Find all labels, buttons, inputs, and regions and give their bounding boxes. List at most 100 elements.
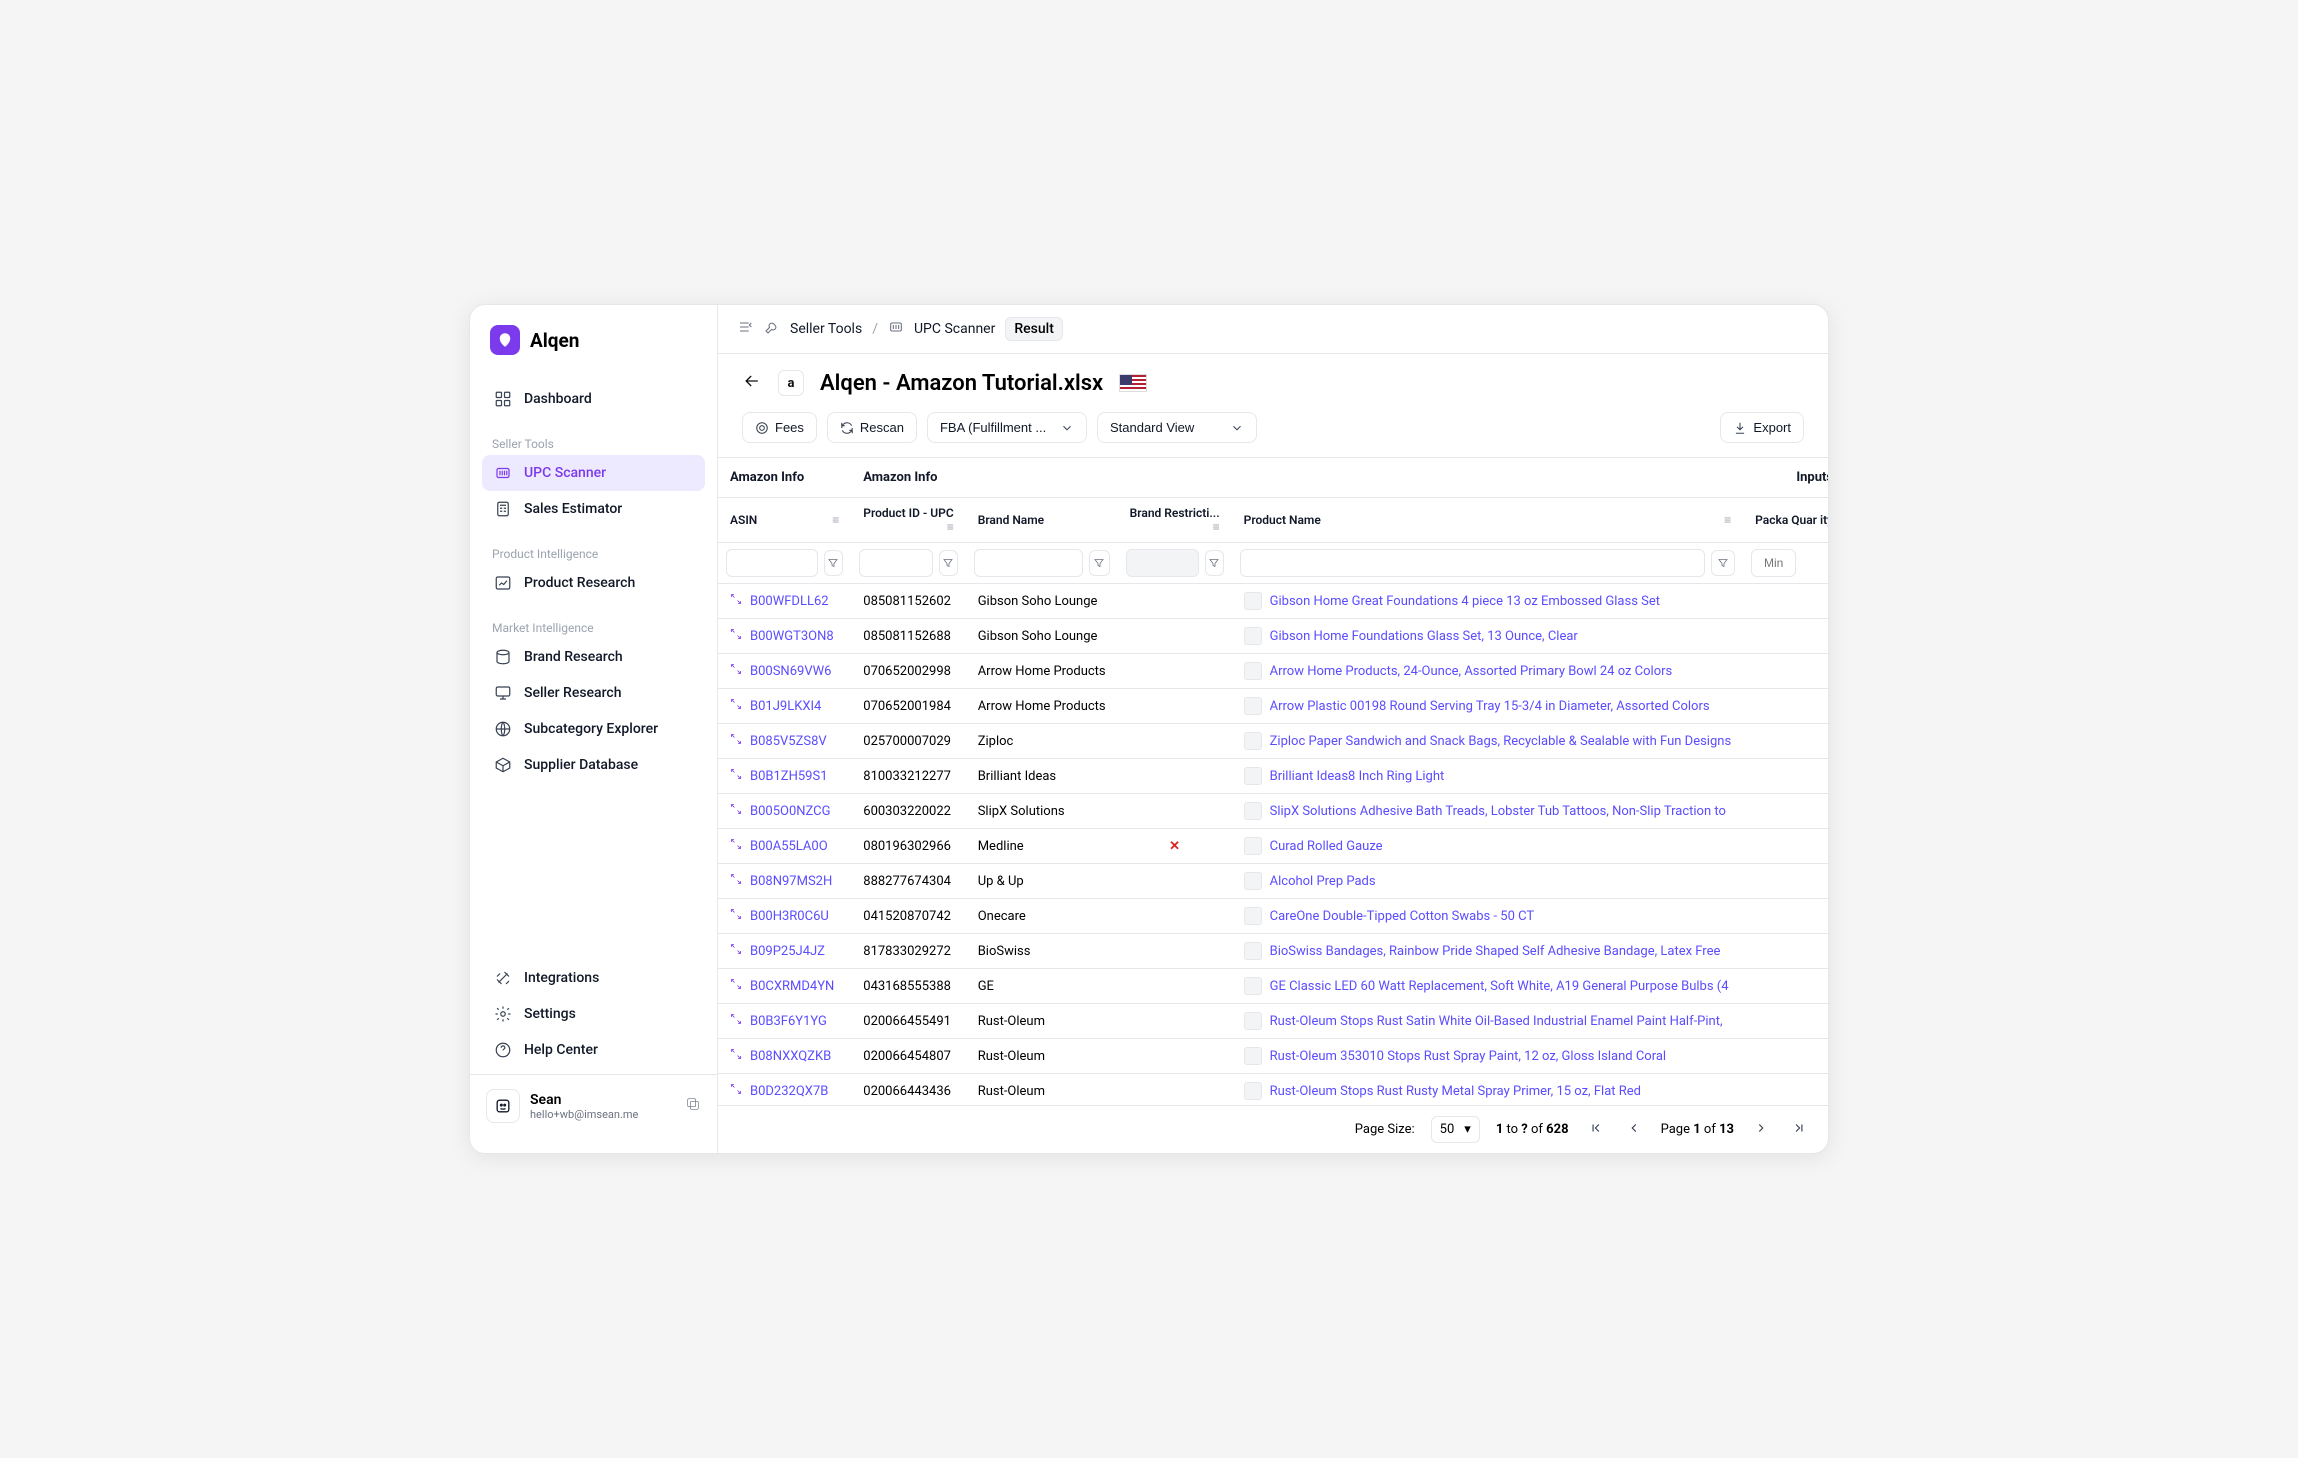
nav-dashboard[interactable]: Dashboard [482,381,705,417]
pager-first-button[interactable] [1585,1117,1607,1143]
data-table[interactable]: Amazon Info Amazon Info Inputs ASIN≡ Pro… [718,458,1828,1105]
expand-icon[interactable] [730,733,742,749]
restriction-cell [1118,1004,1232,1039]
asin-link[interactable]: B00H3R0C6U [750,909,829,924]
asin-link[interactable]: B0D232QX7B [750,1084,828,1099]
fulfillment-select[interactable]: FBA (Fulfillment ... [927,412,1087,443]
expand-icon[interactable] [730,908,742,924]
filter-input-upc[interactable] [859,549,933,577]
asin-link[interactable]: B0B3F6Y1YG [750,1014,827,1029]
upc-cell: 025700007029 [851,724,965,759]
column-header-product[interactable]: Product Name≡ [1232,498,1744,543]
pager-prev-button[interactable] [1623,1117,1645,1143]
product-link[interactable]: Brilliant Ideas8 Inch Ring Light [1270,769,1445,784]
expand-icon[interactable] [730,873,742,889]
expand-icon[interactable] [730,768,742,784]
column-menu-icon[interactable]: ≡ [832,513,839,527]
column-header-restriction[interactable]: Brand Restricti...≡ [1118,498,1232,543]
filter-input-brand[interactable] [974,549,1083,577]
product-thumbnail [1244,837,1262,855]
column-menu-icon[interactable]: ≡ [1724,513,1731,527]
expand-icon[interactable] [730,663,742,679]
nav-help-center[interactable]: Help Center [482,1032,705,1068]
product-link[interactable]: BioSwiss Bandages, Rainbow Pride Shaped … [1270,944,1721,959]
asin-link[interactable]: B085V5ZS8V [750,734,827,749]
crumb-seller-tools[interactable]: Seller Tools [790,321,862,337]
crumb-upc-scanner[interactable]: UPC Scanner [914,321,995,337]
product-link[interactable]: GE Classic LED 60 Watt Replacement, Soft… [1270,979,1729,994]
filter-input-min[interactable] [1751,549,1796,577]
nav-subcategory-explorer[interactable]: Subcategory Explorer [482,711,705,747]
back-button[interactable] [742,371,762,395]
column-header-brand[interactable]: Brand Name [966,498,1118,543]
product-link[interactable]: Ziploc Paper Sandwich and Snack Bags, Re… [1270,734,1732,749]
asin-link[interactable]: B005O0NZCG [750,804,830,819]
sidebar-toggle-icon[interactable] [738,319,754,339]
crumb-separator: / [872,321,878,337]
nav-product-research[interactable]: Product Research [482,565,705,601]
nav-upc-scanner[interactable]: UPC Scanner [482,455,705,491]
column-menu-icon[interactable]: ≡ [1213,520,1220,534]
product-link[interactable]: Rust-Oleum 353010 Stops Rust Spray Paint… [1270,1049,1666,1064]
filter-input-asin[interactable] [726,549,818,577]
expand-icon[interactable] [730,978,742,994]
asin-link[interactable]: B08N97MS2H [750,874,832,889]
product-link[interactable]: Gibson Home Great Foundations 4 piece 13… [1270,594,1660,609]
product-link[interactable]: Gibson Home Foundations Glass Set, 13 Ou… [1270,629,1578,644]
expand-icon[interactable] [730,803,742,819]
view-select[interactable]: Standard View [1097,412,1257,443]
expand-icon[interactable] [730,838,742,854]
filter-input-product[interactable] [1240,549,1705,577]
product-link[interactable]: CareOne Double-Tipped Cotton Swabs - 50 … [1270,909,1535,924]
pager-last-button[interactable] [1788,1117,1810,1143]
column-menu-icon[interactable]: ≡ [947,520,954,534]
nav-brand-research[interactable]: Brand Research [482,639,705,675]
filter-icon[interactable] [939,550,958,576]
copy-icon[interactable] [685,1096,701,1116]
expand-icon[interactable] [730,593,742,609]
pager-next-button[interactable] [1750,1117,1772,1143]
asin-link[interactable]: B01J9LKXI4 [750,699,821,714]
nav-supplier-database[interactable]: Supplier Database [482,747,705,783]
expand-icon[interactable] [730,943,742,959]
product-link[interactable]: Alcohol Prep Pads [1270,874,1376,889]
expand-icon[interactable] [730,1013,742,1029]
asin-link[interactable]: B00WGT3ON8 [750,629,834,644]
expand-icon[interactable] [730,1083,742,1099]
nav-integrations[interactable]: Integrations [482,960,705,996]
expand-icon[interactable] [730,628,742,644]
box-icon [494,756,512,774]
asin-link[interactable]: B0CXRMD4YN [750,979,834,994]
product-link[interactable]: Arrow Plastic 00198 Round Serving Tray 1… [1270,699,1710,714]
export-button[interactable]: Export [1720,412,1804,443]
product-link[interactable]: Rust-Oleum Stops Rust Rusty Metal Spray … [1270,1084,1641,1099]
barcode-icon [494,464,512,482]
filter-icon[interactable] [1711,550,1735,576]
product-link[interactable]: Rust-Oleum Stops Rust Satin White Oil-Ba… [1270,1014,1723,1029]
asin-link[interactable]: B00A55LA0O [750,839,828,854]
asin-link[interactable]: B00WFDLL62 [750,594,829,609]
column-header-packaging[interactable]: Packa Quar ity [1743,498,1828,543]
expand-icon[interactable] [730,698,742,714]
filter-icon[interactable] [1089,550,1110,576]
column-group-inputs: Inputs [1743,458,1828,498]
nav-settings[interactable]: Settings [482,996,705,1032]
asin-link[interactable]: B00SN69VW6 [750,664,831,679]
product-link[interactable]: Curad Rolled Gauze [1270,839,1383,854]
expand-icon[interactable] [730,1048,742,1064]
column-header-asin[interactable]: ASIN≡ [718,498,851,543]
product-link[interactable]: SlipX Solutions Adhesive Bath Treads, Lo… [1270,804,1726,819]
nav-seller-research[interactable]: Seller Research [482,675,705,711]
asin-link[interactable]: B08NXXQZKB [750,1049,831,1064]
page-size-select[interactable]: 50 ▾ [1431,1116,1480,1143]
asin-link[interactable]: B09P25J4JZ [750,944,825,959]
filter-icon[interactable] [1205,550,1224,576]
asin-link[interactable]: B0B1ZH59S1 [750,769,828,784]
rescan-button[interactable]: Rescan [827,412,917,443]
avatar [486,1089,520,1123]
filter-icon[interactable] [824,550,844,576]
nav-sales-estimator[interactable]: Sales Estimator [482,491,705,527]
product-link[interactable]: Arrow Home Products, 24-Ounce, Assorted … [1270,664,1673,679]
column-header-upc[interactable]: Product ID - UPC≡ [851,498,965,543]
fees-button[interactable]: Fees [742,412,817,443]
